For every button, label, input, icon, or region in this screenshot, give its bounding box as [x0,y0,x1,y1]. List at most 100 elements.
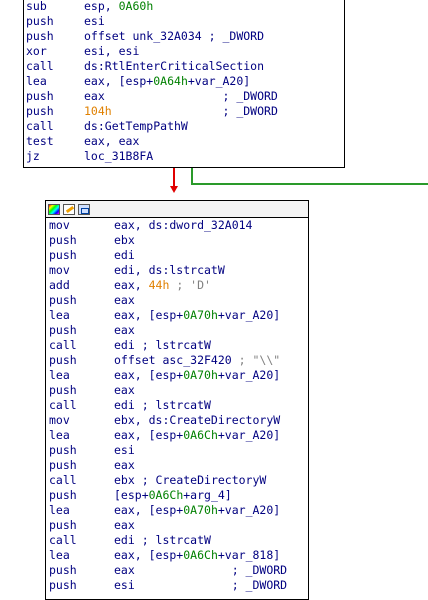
instruction-row[interactable]: call ds:GetTempPathW [24,119,344,134]
operand-part: 104h [84,104,112,118]
mnemonic: mov [49,413,70,427]
instruction-row[interactable]: add eax, 44h ; 'D' [46,278,308,293]
mnemonic: push [26,104,54,118]
operand-part: +var_A20] [217,308,281,322]
instruction-row[interactable]: push eax [46,293,308,308]
operand-part: +var_A20] [217,503,281,517]
operand-part: 0A70h [183,308,218,322]
instruction-row[interactable]: call ebx ; CreateDirectoryW [46,473,308,488]
operand-part: +var_A20] [217,368,281,382]
operand-part: edi [114,533,142,547]
instruction-row[interactable]: test eax, eax [24,134,344,149]
graph-view-icon[interactable] [78,203,90,215]
mnemonic: sub [26,0,47,13]
instruction-row[interactable]: push esi [24,14,344,29]
operand-part: esi ; _DWORD [114,578,288,592]
mnemonic: push [49,353,77,367]
mnemonic: lea [49,503,70,517]
operand-part: 0A70h [183,368,218,382]
code-block-bottom[interactable]: mov eax, ds:dword_32A014 push ebx push edi mov… [45,200,309,600]
operand-part: ; 'D' [169,278,211,292]
instruction-row[interactable]: push eax ; _DWORD [46,563,308,578]
instruction-row[interactable]: push edi [46,248,308,263]
mnemonic: push [49,293,77,307]
operand-part: ds:GetTempPathW [84,119,188,133]
operand-part: esp, [84,0,119,13]
instruction-row[interactable]: lea eax, [esp+ 0A6Ch +var_818] [46,548,308,563]
false-branch-edge [173,168,175,187]
mnemonic: push [49,323,77,337]
instruction-row[interactable]: push [esp+ 0A6Ch +arg_4] [46,488,308,503]
mnemonic: lea [49,548,70,562]
operand-part: eax, [esp+ [114,548,184,562]
operand-part: eax ; _DWORD [114,563,288,577]
mnemonic: jz [26,149,40,163]
operand-part: [esp+ [114,488,149,502]
mnemonic: push [49,248,77,262]
mnemonic: mov [49,263,70,277]
operand-part: offset unk_32A034 ; _DWORD [84,29,265,43]
operand-part: edi [114,398,142,412]
mnemonic: push [49,578,77,592]
instruction-row[interactable]: lea eax, [esp+ 0A64h +var_A20] [24,74,344,89]
instruction-row[interactable]: call edi ; lstrcatW [46,533,308,548]
instruction-row[interactable]: push eax [46,323,308,338]
mnemonic: push [26,89,54,103]
instruction-row[interactable]: sub esp, 0A60h [24,0,344,14]
instruction-row[interactable]: mov ebx, ds:CreateDirectoryW [46,413,308,428]
instruction-row[interactable]: push offset unk_32A034 ; _DWORD [24,29,344,44]
instruction-row[interactable]: lea eax, [esp+ 0A6Ch +var_A20] [46,428,308,443]
mnemonic: push [49,383,77,397]
operand-part: edi, ds:lstrcatW [114,263,225,277]
instruction-row[interactable]: call edi ; lstrcatW [46,338,308,353]
operand-part: eax ; _DWORD [84,89,278,103]
instruction-row[interactable]: lea eax, [esp+ 0A70h +var_A20] [46,368,308,383]
mnemonic: call [26,119,54,133]
instruction-row[interactable]: xor esi, esi [24,44,344,59]
operand-part: esi, esi [84,44,140,58]
operand-part: +var_818] [217,548,281,562]
mnemonic: lea [49,428,70,442]
instruction-row[interactable]: jz loc_31B8FA [24,149,344,164]
instruction-row[interactable]: push eax [46,383,308,398]
operand-part: ebx [114,473,142,487]
operand-part: ; lstrcatW [141,533,211,547]
instruction-row[interactable]: mov eax, ds:dword_32A014 [46,218,308,233]
operand-part: eax [114,518,135,532]
instruction-row[interactable]: lea eax, [esp+ 0A70h +var_A20] [46,503,308,518]
operand-part: eax, ds:dword_32A014 [114,218,253,232]
instruction-row[interactable]: push offset asc_32F420 ; "\\" [46,353,308,368]
operand-part: eax [114,323,135,337]
instruction-row[interactable]: push ebx [46,233,308,248]
mnemonic: push [49,563,77,577]
mnemonic: test [26,134,54,148]
mnemonic: push [26,14,54,28]
instruction-row[interactable]: lea eax, [esp+ 0A70h +var_A20] [46,308,308,323]
mnemonic: call [49,398,77,412]
operand-part: eax [114,293,135,307]
instruction-row[interactable]: call ds:RtlEnterCriticalSection [24,59,344,74]
code-block-top[interactable]: sub esp, 0A60h push esi push offset unk_32A03… [23,0,345,168]
operand-part: +var_A20] [217,428,281,442]
instruction-row[interactable]: push esi [46,443,308,458]
mnemonic: push [49,443,77,457]
mnemonic: add [49,278,70,292]
operand-part: esi [114,443,135,457]
operand-part: 0A64h [153,74,188,88]
operand-part: 0A60h [118,0,154,13]
operand-part: 44h [148,278,170,292]
color-palette-icon[interactable] [48,203,60,215]
operand-part: eax, [esp+ [114,428,184,442]
instruction-row[interactable]: push esi ; _DWORD [46,578,308,593]
instruction-row[interactable]: push eax [46,518,308,533]
instruction-row[interactable]: mov edi, ds:lstrcatW [46,263,308,278]
operand-part: ; lstrcatW [141,398,211,412]
instruction-row[interactable]: push eax ; _DWORD [24,89,344,104]
instruction-row[interactable]: call edi ; lstrcatW [46,398,308,413]
false-branch-arrowhead [170,186,178,193]
mnemonic: lea [49,368,70,382]
instruction-row[interactable]: push 104h ; _DWORD [24,104,344,119]
edit-node-icon[interactable] [63,203,75,215]
block-toolbar [46,201,308,218]
instruction-row[interactable]: push eax [46,458,308,473]
